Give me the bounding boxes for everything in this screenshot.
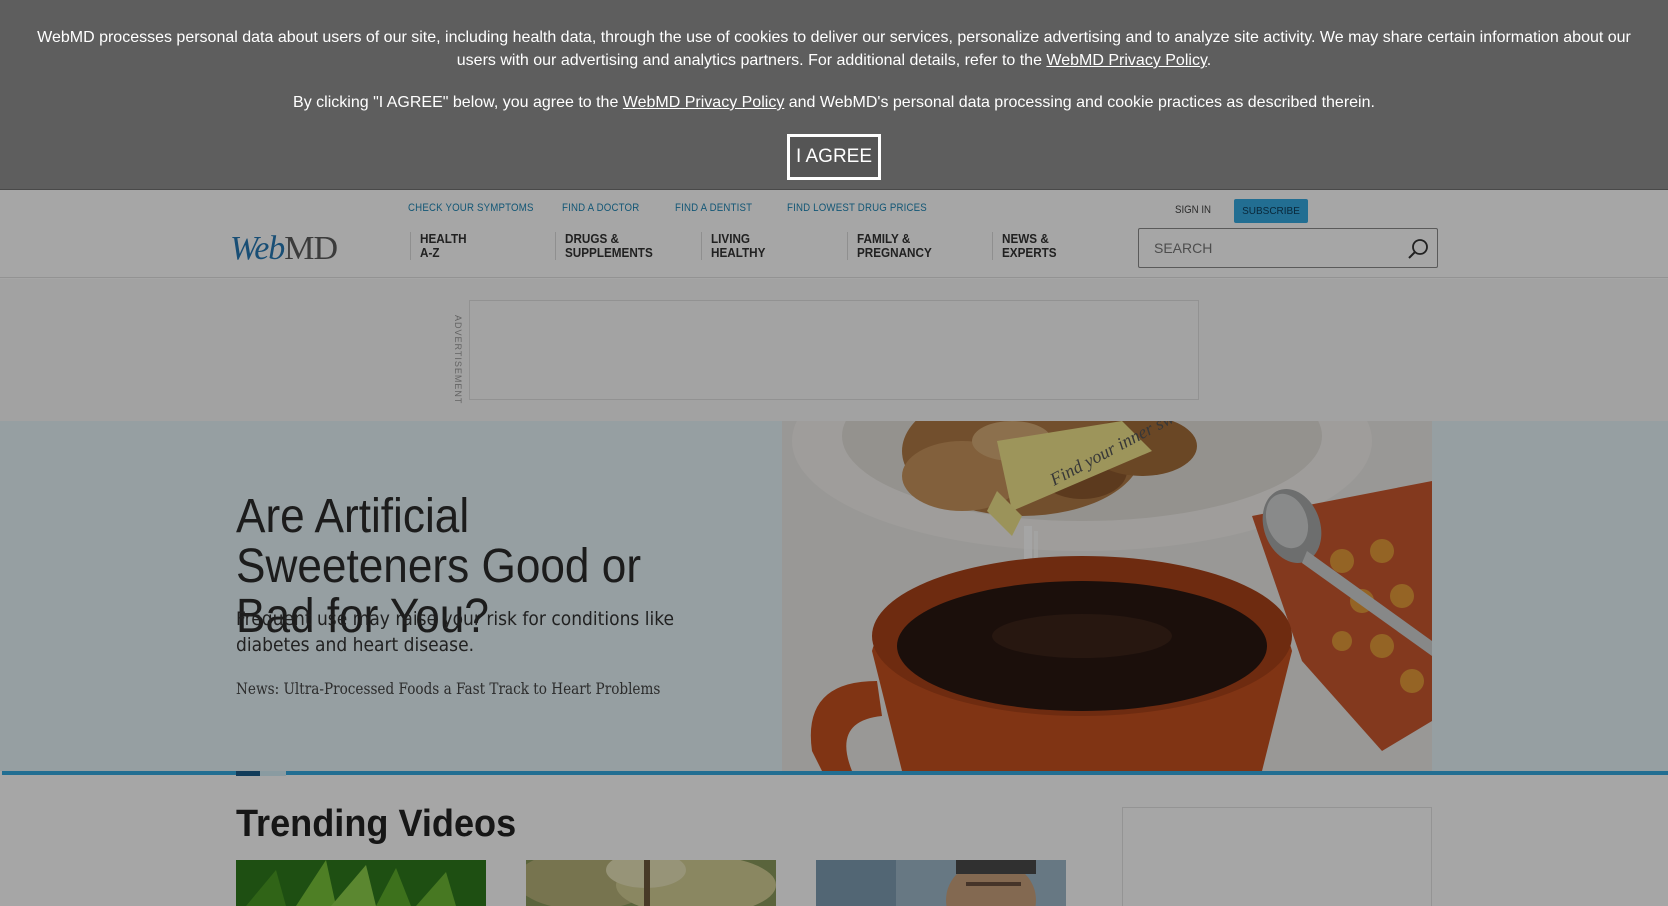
- cookie-agree-start: By clicking "I AGREE" below, you agree t…: [293, 94, 623, 111]
- cookie-agree-end: and WebMD's personal data processing and…: [784, 94, 1375, 111]
- i-agree-button[interactable]: I AGREE: [787, 134, 881, 180]
- cookie-notice-end: .: [1206, 52, 1212, 69]
- cookie-notice-text: WebMD processes personal data about user…: [24, 26, 1644, 72]
- cookie-agree-text: By clicking "I AGREE" below, you agree t…: [24, 91, 1644, 114]
- privacy-policy-link-2[interactable]: WebMD Privacy Policy: [623, 94, 785, 111]
- privacy-policy-link[interactable]: WebMD Privacy Policy: [1046, 52, 1206, 69]
- cookie-consent-banner: WebMD processes personal data about user…: [0, 0, 1668, 190]
- cookie-notice-body: WebMD processes personal data about user…: [37, 29, 1631, 69]
